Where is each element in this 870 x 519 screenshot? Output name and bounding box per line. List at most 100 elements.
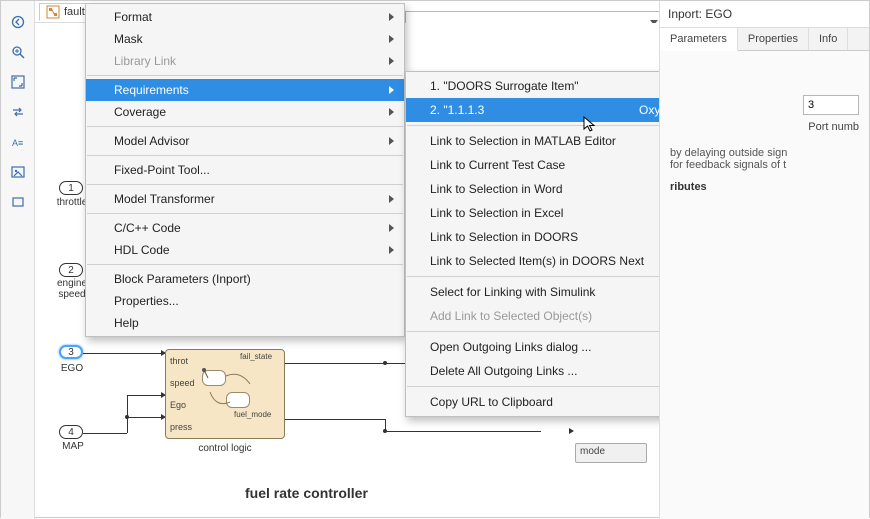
rect-icon[interactable] xyxy=(7,191,29,213)
submenu-item-label: Add Link to Selected Object(s) xyxy=(430,309,592,323)
submenu-item-label: Link to Current Test Case xyxy=(430,158,565,172)
wire xyxy=(285,419,385,420)
menu-item-help[interactable]: Help xyxy=(86,312,404,334)
menu-item-label: Mask xyxy=(114,32,143,46)
menu-item-label: Model Advisor xyxy=(114,134,189,148)
menu-item-c-c-code[interactable]: C/C++ Code xyxy=(86,217,404,239)
inspector-tabs: Parameters Properties Info xyxy=(660,28,869,51)
mode-block[interactable]: mode xyxy=(575,443,647,463)
submenu-item-label: Link to Selection in Excel xyxy=(430,206,563,220)
inport-4[interactable]: 4 xyxy=(59,425,83,439)
submenu-item-label: 1. "DOORS Surrogate Item" xyxy=(430,79,579,93)
port-number: 1 xyxy=(68,183,74,194)
menu-item-label: C/C++ Code xyxy=(114,221,181,235)
submenu-item-label: Link to Selection in Word xyxy=(430,182,563,196)
svg-text:A≡: A≡ xyxy=(12,138,23,148)
port-number: 3 xyxy=(68,347,74,358)
wire xyxy=(127,417,128,433)
control-logic-box: throt speed Ego press fail_state fuel_mo… xyxy=(165,349,285,439)
port-number: 4 xyxy=(68,427,74,438)
pin-ego: Ego xyxy=(170,400,186,410)
wire xyxy=(83,433,127,434)
menu-item-format[interactable]: Format xyxy=(86,6,404,28)
menu-separator xyxy=(87,184,403,185)
wire xyxy=(127,395,165,396)
port-label-map: MAP xyxy=(59,441,87,452)
submenu-arrow-icon xyxy=(389,13,394,21)
menu-item-model-advisor[interactable]: Model Advisor xyxy=(86,130,404,152)
menu-item-mask[interactable]: Mask xyxy=(86,28,404,50)
menu-item-label: Format xyxy=(114,10,152,24)
menu-item-requirements[interactable]: Requirements xyxy=(86,79,404,101)
arrowhead-icon xyxy=(569,428,574,434)
submenu-arrow-icon xyxy=(389,57,394,65)
model-tab[interactable]: fault xyxy=(39,3,92,21)
submenu-item-label: Open Outgoing Links dialog ... xyxy=(430,340,591,354)
mode-label: mode xyxy=(580,446,605,457)
menu-item-hdl-code[interactable]: HDL Code xyxy=(86,239,404,261)
wire xyxy=(127,417,165,418)
port-label-field: Port numb xyxy=(670,121,859,133)
port-number: 2 xyxy=(68,265,74,276)
swap-icon[interactable] xyxy=(7,101,29,123)
submenu-item-label: Copy URL to Clipboard xyxy=(430,395,553,409)
menu-item-block-parameters-inport[interactable]: Block Parameters (Inport) xyxy=(86,268,404,290)
submenu-arrow-icon xyxy=(389,195,394,203)
submenu-arrow-icon xyxy=(389,86,394,94)
control-logic-block[interactable]: throt speed Ego press fail_state fuel_mo… xyxy=(165,343,285,453)
port-label-text: Port numb xyxy=(808,121,859,133)
menu-item-properties[interactable]: Properties... xyxy=(86,290,404,312)
submenu-item-label: Link to Selection in DOORS xyxy=(430,230,578,244)
port-label-ego: EGO xyxy=(59,363,85,374)
tab-properties[interactable]: Properties xyxy=(738,28,809,50)
menu-separator xyxy=(87,75,403,76)
text-icon[interactable]: A≡ xyxy=(7,131,29,153)
desc-line-2: for feedback signals of t xyxy=(670,159,859,171)
junction xyxy=(383,429,387,433)
submenu-arrow-icon xyxy=(389,108,394,116)
port-number-field xyxy=(670,95,859,115)
pin-speed: speed xyxy=(170,378,195,388)
submenu-item-label: Link to Selection in MATLAB Editor xyxy=(430,134,616,148)
submenu-arrow-icon xyxy=(389,246,394,254)
back-icon[interactable] xyxy=(7,11,29,33)
tab-info[interactable]: Info xyxy=(809,28,848,50)
menu-separator xyxy=(87,264,403,265)
zoom-icon[interactable] xyxy=(7,41,29,63)
menu-separator xyxy=(87,126,403,127)
menu-separator xyxy=(87,155,403,156)
menu-item-fixed-point-tool[interactable]: Fixed-Point Tool... xyxy=(86,159,404,181)
menu-item-coverage[interactable]: Coverage xyxy=(86,101,404,123)
image-icon[interactable] xyxy=(7,161,29,183)
submenu-item-label: 2. "1.1.1.3 xyxy=(430,103,484,117)
submenu-arrow-icon xyxy=(389,35,394,43)
menu-item-library-link: Library Link xyxy=(86,50,404,72)
fit-icon[interactable] xyxy=(7,71,29,93)
canvas-title: fuel rate controller xyxy=(245,485,368,501)
out-failstate: fail_state xyxy=(240,352,272,361)
menu-item-label: Coverage xyxy=(114,105,166,119)
inport-3-selected[interactable]: 3 xyxy=(59,345,83,359)
attributes-heading: ributes xyxy=(670,181,859,193)
submenu-item-label: Delete All Outgoing Links ... xyxy=(430,364,577,378)
inspector-body: Port numb by delaying outside sign for f… xyxy=(660,51,869,201)
submenu-arrow-icon xyxy=(389,224,394,232)
inport-1[interactable]: 1 xyxy=(59,181,83,195)
menu-item-label: Fixed-Point Tool... xyxy=(114,163,210,177)
menu-separator xyxy=(87,213,403,214)
port-number-input[interactable] xyxy=(803,95,859,115)
menu-item-label: HDL Code xyxy=(114,243,170,257)
menu-item-label: Library Link xyxy=(114,54,176,68)
control-logic-caption: control logic xyxy=(165,443,285,454)
model-tab-label: fault xyxy=(64,6,85,18)
inspector-title: Inport: EGO xyxy=(660,1,869,28)
tab-parameters[interactable]: Parameters xyxy=(660,28,738,51)
left-toolbar: A≡ xyxy=(1,1,35,519)
menu-item-label: Block Parameters (Inport) xyxy=(114,272,251,286)
menu-item-label: Requirements xyxy=(114,83,189,97)
junction xyxy=(383,361,387,365)
context-menu: Format Mask Library Link Requirements Covera… xyxy=(85,3,405,337)
menu-item-model-transformer[interactable]: Model Transformer xyxy=(86,188,404,210)
inport-2[interactable]: 2 xyxy=(59,263,83,277)
state-arrows-icon xyxy=(200,366,260,416)
